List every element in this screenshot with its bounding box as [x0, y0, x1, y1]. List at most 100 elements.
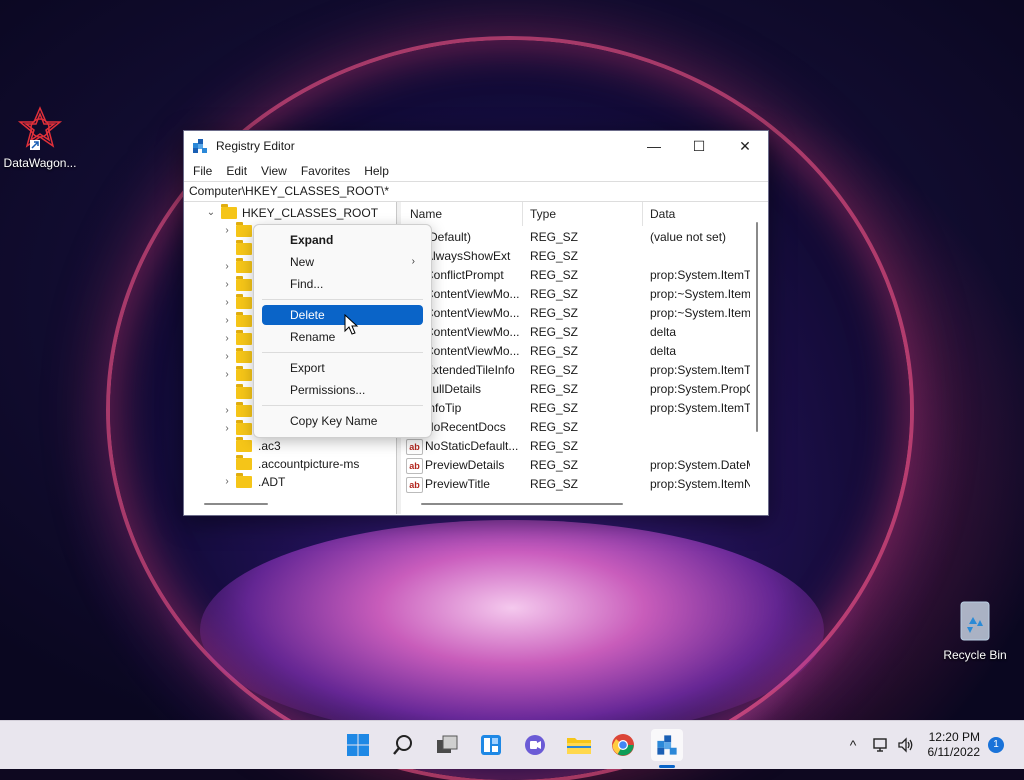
values-list[interactable]: Name Type Data ab (Default) REG_SZ (value n…: [401, 202, 768, 514]
table-row[interactable]: ab(Default)REG_SZ(value not set): [401, 228, 751, 247]
maximize-button[interactable]: ☐: [676, 131, 722, 161]
value-type: REG_SZ: [530, 382, 579, 396]
column-divider[interactable]: [522, 202, 523, 226]
value-name: FullDetails: [425, 382, 482, 396]
volume-icon[interactable]: [896, 735, 916, 755]
show-hidden-icons-button[interactable]: ^: [843, 735, 863, 755]
value-type: REG_SZ: [530, 477, 579, 491]
desktop-icon-recycle-bin[interactable]: Recycle Bin: [933, 596, 1017, 662]
tree-item[interactable]: ›: [222, 366, 252, 384]
chevron-right-icon[interactable]: ›: [222, 222, 232, 240]
folder-icon: [236, 402, 252, 417]
context-menu-new-label: New: [290, 255, 315, 269]
tree-root-row[interactable]: ⌄ HKEY_CLASSES_ROOT: [206, 204, 396, 222]
menu-help[interactable]: Help: [357, 164, 396, 178]
column-header-data[interactable]: Data: [650, 202, 675, 226]
tree-item-accountpicture[interactable]: .accountpicture-ms: [222, 455, 392, 473]
tree-item[interactable]: ›: [222, 420, 252, 438]
tree-horizontal-scrollbar[interactable]: [204, 503, 268, 505]
tree-item[interactable]: ›: [222, 258, 252, 276]
table-row[interactable]: abContentViewMo...REG_SZdelta: [401, 323, 751, 342]
folder-icon: [236, 222, 252, 237]
value-name: ContentViewMo...: [425, 325, 520, 339]
context-menu-copy-key-name[interactable]: Copy Key Name: [262, 411, 423, 431]
chevron-right-icon[interactable]: ›: [222, 312, 232, 330]
desktop-icon-datawagon[interactable]: DataWagon...: [0, 104, 82, 170]
folder-icon: [236, 294, 252, 309]
network-icon[interactable]: [871, 735, 891, 755]
tree-item[interactable]: ›: [222, 330, 252, 348]
table-row[interactable]: ab PreviewDetails REG_SZ prop:System.DateM: [401, 456, 751, 475]
chrome-button[interactable]: [607, 729, 639, 761]
table-row[interactable]: abContentViewMo...REG_SZprop:~System.Ite…: [401, 304, 751, 323]
table-row[interactable]: abContentViewMo...REG_SZdelta: [401, 342, 751, 361]
context-menu-rename[interactable]: Rename: [262, 327, 423, 347]
tree-item[interactable]: ›: [222, 348, 252, 366]
clock[interactable]: 12:20 PM 6/11/2022: [928, 730, 981, 760]
title-bar[interactable]: Registry Editor — ☐ ✕: [184, 131, 768, 161]
widgets-icon: [481, 735, 501, 755]
chevron-right-icon[interactable]: ›: [222, 330, 232, 348]
tree-item-ac3[interactable]: .ac3: [222, 437, 392, 455]
table-row[interactable]: ab PreviewTitle REG_SZ prop:System.ItemN: [401, 475, 751, 494]
chevron-right-icon[interactable]: ›: [222, 366, 232, 384]
context-menu-export[interactable]: Export: [262, 358, 423, 378]
registry-editor-taskbar-button[interactable]: [651, 729, 683, 761]
tree-item[interactable]: ›: [222, 312, 252, 330]
context-menu-permissions[interactable]: Permissions...: [262, 380, 423, 400]
context-menu-delete[interactable]: Delete: [262, 305, 423, 325]
string-value-icon: ab: [406, 458, 423, 474]
close-button[interactable]: ✕: [722, 131, 768, 161]
table-row[interactable]: abFullDetailsREG_SZprop:System.PropG: [401, 380, 751, 399]
tree-item[interactable]: ›: [222, 276, 252, 294]
column-header-type[interactable]: Type: [530, 202, 556, 226]
tree-item[interactable]: ›: [222, 222, 252, 240]
tree-item[interactable]: ›: [222, 294, 252, 312]
menu-file[interactable]: File: [186, 164, 219, 178]
notification-badge[interactable]: 1: [988, 737, 1004, 753]
context-menu-find[interactable]: Find...: [262, 274, 423, 294]
tree-item[interactable]: ›: [222, 402, 252, 420]
clock-time: 12:20 PM: [928, 730, 980, 744]
chevron-right-icon[interactable]: ›: [222, 473, 232, 491]
menu-edit[interactable]: Edit: [219, 164, 254, 178]
chevron-right-icon[interactable]: ›: [222, 402, 232, 420]
table-row[interactable]: ab NoStaticDefault... REG_SZ: [401, 437, 751, 456]
address-bar[interactable]: Computer\HKEY_CLASSES_ROOT\*: [184, 181, 768, 202]
chat-button[interactable]: [519, 729, 551, 761]
chevron-right-icon[interactable]: ›: [222, 294, 232, 312]
tree-item[interactable]: [222, 240, 252, 258]
menu-view[interactable]: View: [254, 164, 294, 178]
table-row[interactable]: abConflictPromptREG_SZprop:System.ItemT: [401, 266, 751, 285]
chevron-down-icon[interactable]: ⌄: [206, 204, 216, 222]
widgets-button[interactable]: [475, 729, 507, 761]
context-menu-new[interactable]: New ›: [262, 252, 423, 272]
chevron-right-icon[interactable]: ›: [222, 420, 232, 438]
column-header-name[interactable]: Name: [410, 202, 442, 226]
tree-item[interactable]: [222, 384, 252, 402]
table-row[interactable]: abContentViewMo...REG_SZprop:~System.Ite…: [401, 285, 751, 304]
tree-item-adt[interactable]: › .ADT: [222, 473, 392, 491]
chevron-right-icon[interactable]: ›: [222, 276, 232, 294]
task-view-icon: [437, 735, 458, 753]
search-button[interactable]: [387, 729, 419, 761]
menu-favorites[interactable]: Favorites: [294, 164, 357, 178]
table-row[interactable]: abInfoTipREG_SZprop:System.ItemTy: [401, 399, 751, 418]
start-button[interactable]: [342, 729, 374, 761]
table-row[interactable]: abExtendedTileInfoREG_SZprop:System.Item…: [401, 361, 751, 380]
value-data: prop:System.DateM: [650, 458, 750, 472]
chevron-right-icon[interactable]: ›: [222, 348, 232, 366]
context-menu-expand[interactable]: Expand: [262, 230, 423, 250]
list-vertical-scrollbar[interactable]: [756, 222, 758, 432]
list-horizontal-scrollbar[interactable]: [421, 503, 623, 505]
desktop-icon-label: DataWagon...: [3, 156, 77, 170]
minimize-button[interactable]: —: [631, 131, 677, 161]
folder-icon: [236, 437, 252, 452]
table-row[interactable]: abNoRecentDocsREG_SZ: [401, 418, 751, 437]
file-explorer-button[interactable]: [563, 729, 595, 761]
column-divider[interactable]: [642, 202, 643, 226]
chevron-right-icon[interactable]: ›: [222, 258, 232, 276]
task-view-button[interactable]: [431, 729, 463, 761]
folder-icon: [236, 258, 252, 273]
table-row[interactable]: abAlwaysShowExtREG_SZ: [401, 247, 751, 266]
